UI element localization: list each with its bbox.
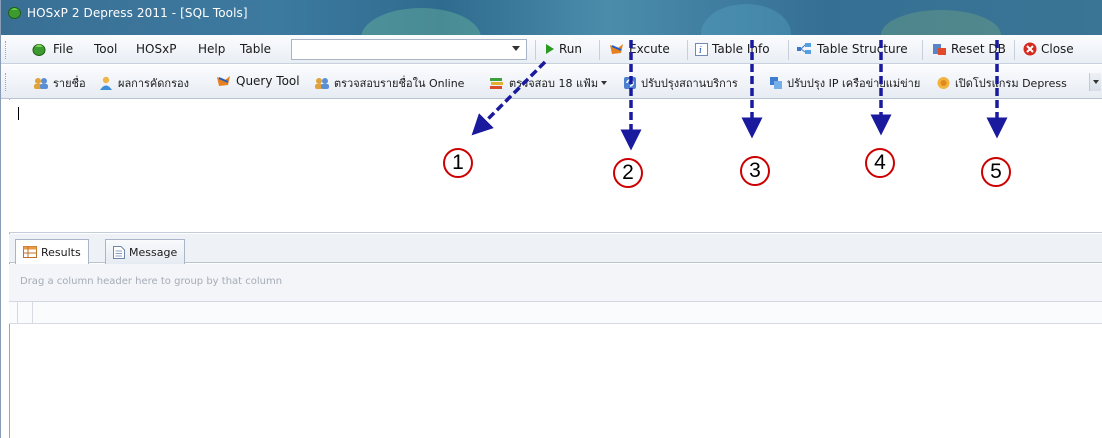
app-window: HOSxP 2 Depress 2011 - [SQL Tools] File …	[0, 0, 1102, 438]
annotation-number-2: 2	[613, 158, 643, 188]
annotation-number-4: 4	[865, 148, 895, 178]
annotation-number-3: 3	[740, 156, 770, 186]
annotation-overlay	[471, 40, 1008, 151]
annotation-number-5: 5	[981, 157, 1011, 187]
annotation-arrow-1	[471, 60, 547, 136]
annotation-number-1: 1	[443, 148, 473, 178]
